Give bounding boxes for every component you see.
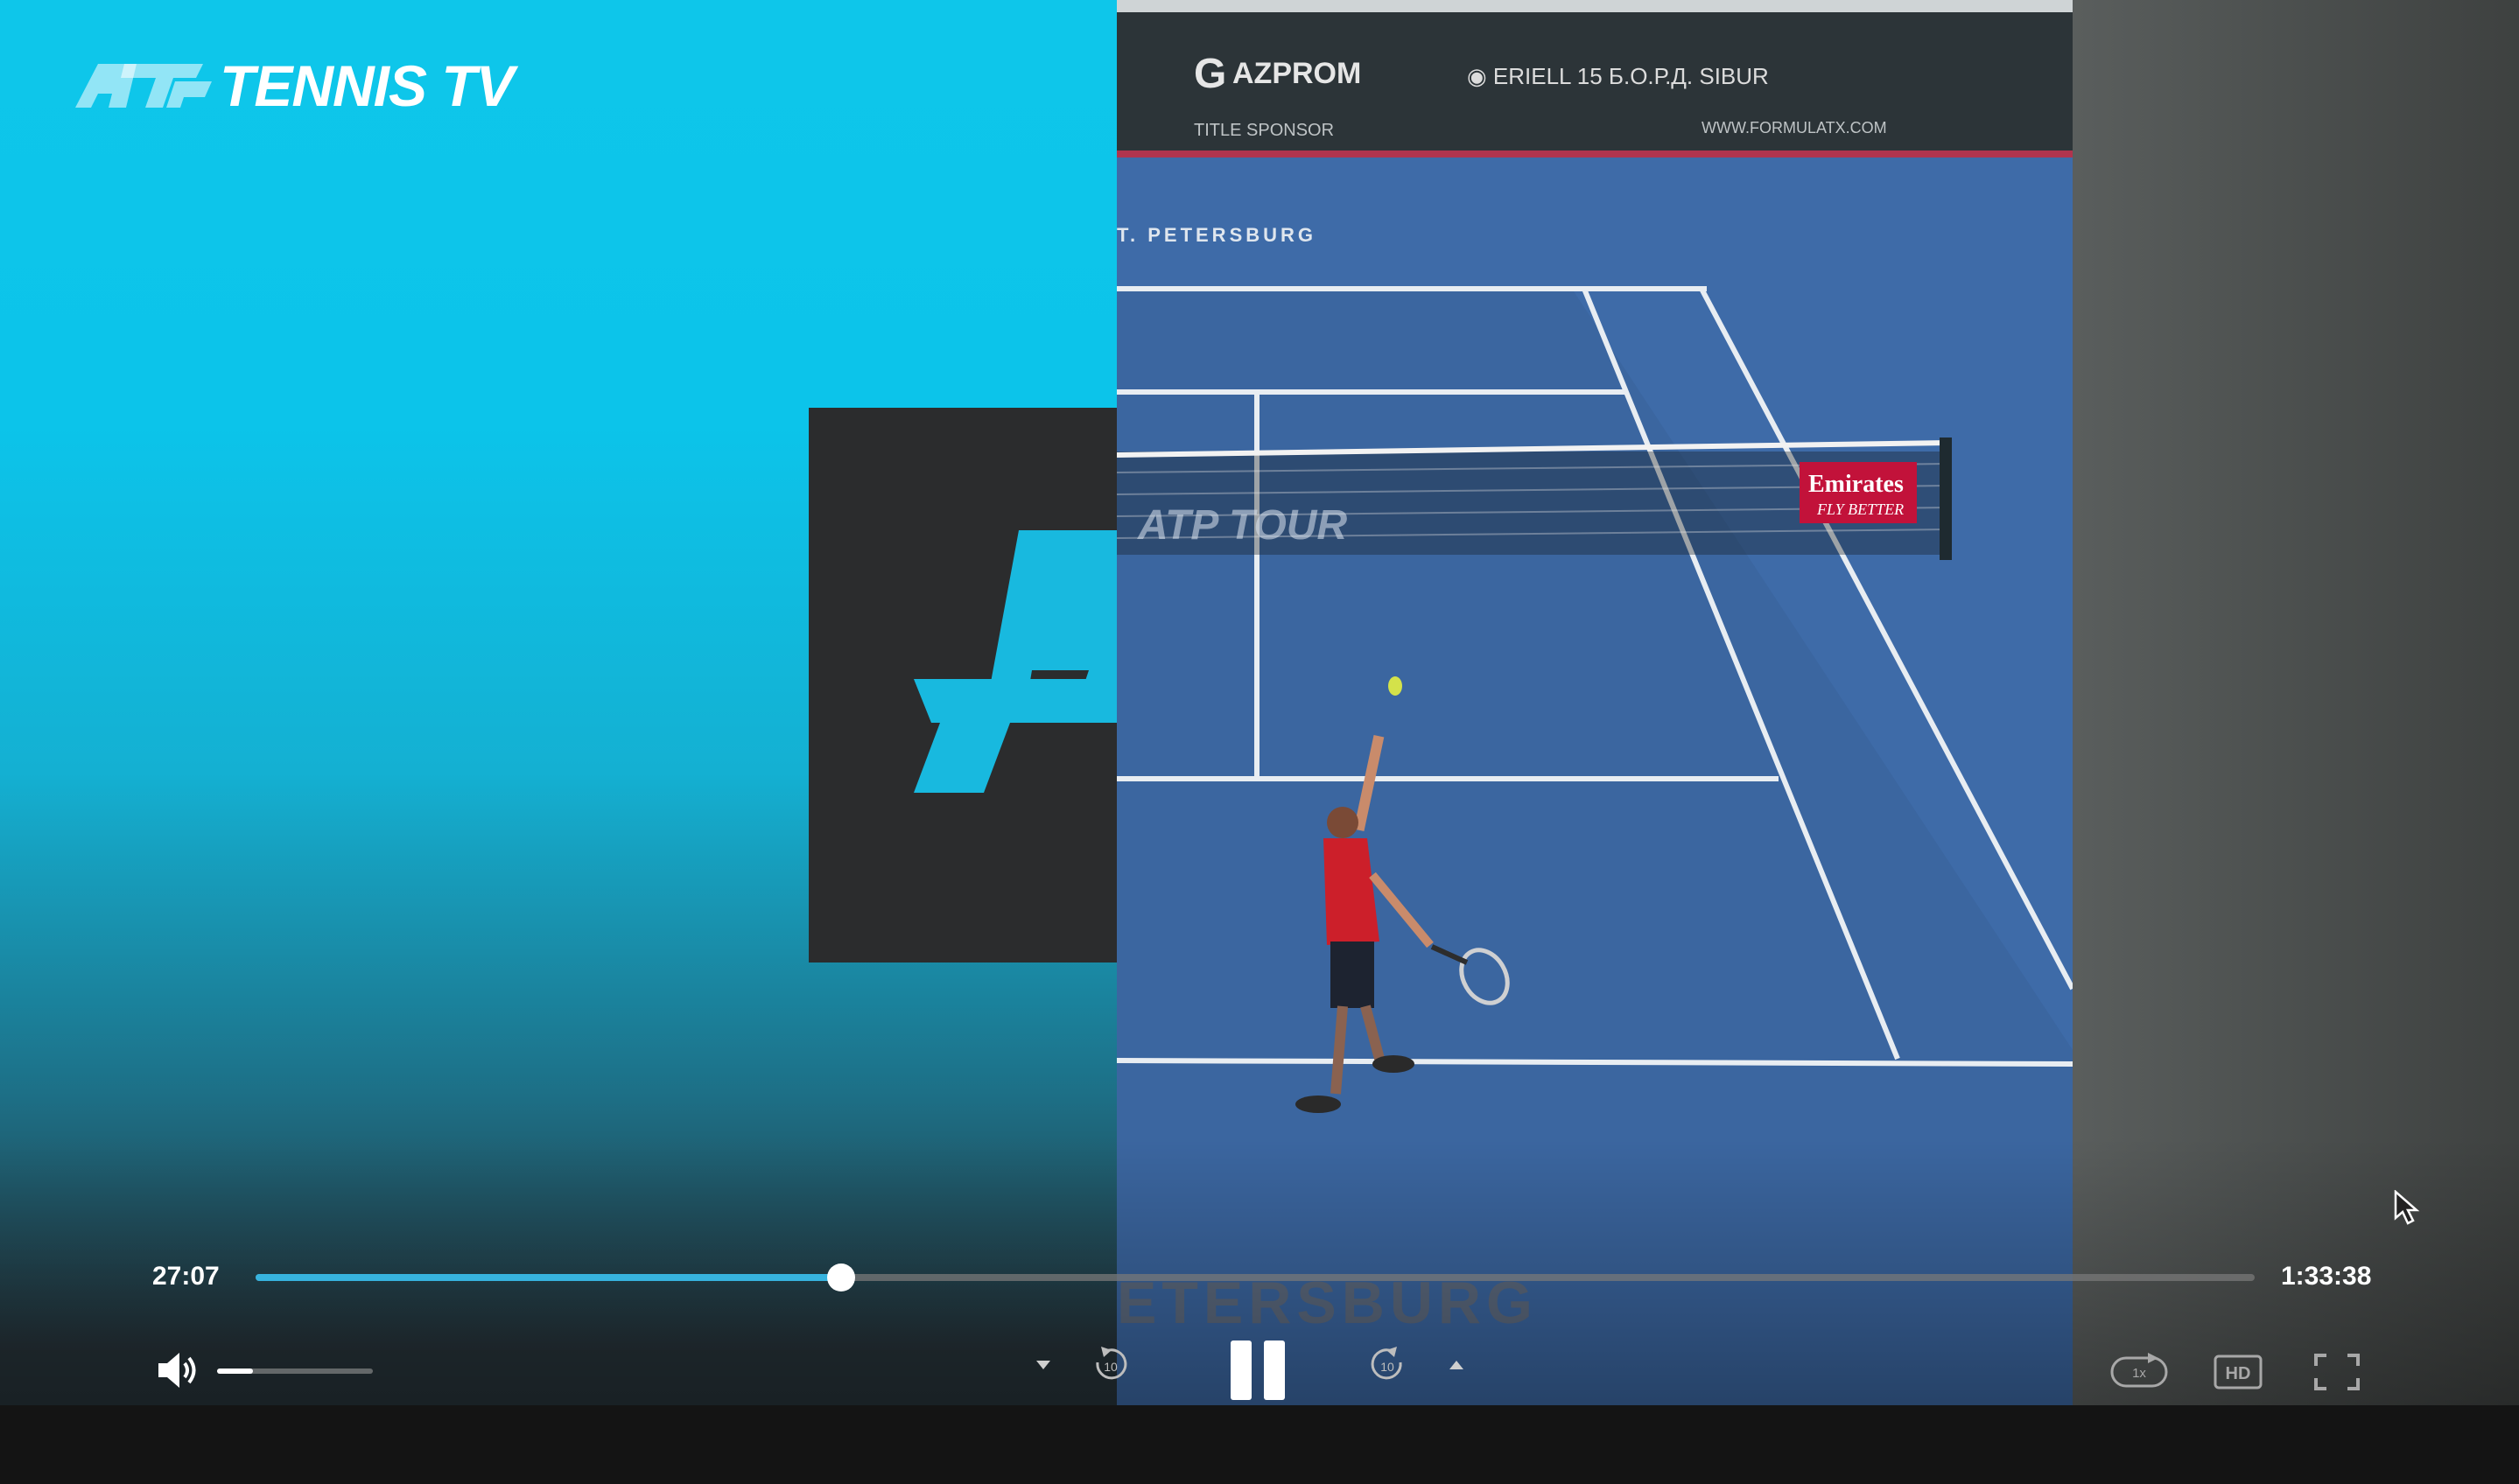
volume-level [217,1368,253,1374]
pause-icon [1231,1340,1285,1400]
caret-down-icon [1036,1361,1050,1369]
svg-text:G: G [1194,51,1226,97]
hd-quality-button[interactable]: HD [2213,1351,2263,1393]
forward-seconds-label: 10 [1380,1360,1394,1374]
speed-up-button[interactable] [1446,1356,1467,1374]
pause-button[interactable] [1229,1339,1287,1402]
atp-a-icon [914,530,1117,793]
playback-speed-button[interactable]: 1x [2109,1349,2169,1393]
mouse-cursor-icon [2394,1190,2420,1225]
rewind-10-button[interactable]: 10 [1089,1342,1133,1388]
progress-thumb[interactable] [827,1264,856,1292]
hd-icon: HD [2214,1354,2263,1390]
fullscreen-button[interactable] [2311,1351,2363,1393]
bottom-bar [0,1405,2519,1484]
progress-bar[interactable] [256,1264,2255,1292]
video-player[interactable]: G AZPROM TITLE SPONSOR ◉ ERIELL 15 Б.О.Р… [0,0,2519,1405]
rewind-seconds-label: 10 [1104,1360,1118,1374]
brand-name: TENNIS TV [220,53,515,118]
current-time: 27:07 [152,1262,220,1291]
svg-text:TITLE SPONSOR: TITLE SPONSOR [1194,121,1334,140]
rewind-10-icon: 10 [1096,1347,1127,1380]
forward-10-button[interactable]: 10 [1365,1342,1409,1388]
svg-text:FLY BETTER: FLY BETTER [1816,500,1904,518]
svg-text:T. PETERSBURG: T. PETERSBURG [1117,224,1316,246]
forward-10-icon: 10 [1371,1347,1402,1380]
caret-up-icon [1449,1361,1463,1369]
volume-button[interactable] [156,1349,201,1391]
atp-promo-card [809,408,1117,962]
svg-text:Emirates: Emirates [1808,471,1904,498]
speed-label: 1x [2132,1366,2146,1381]
svg-text:◉ ERIELL 15 Б.О.Р.Д. SIBUR: ◉ ERIELL 15 Б.О.Р.Д. SIBUR [1467,63,1769,89]
progress-played [256,1274,842,1281]
fullscreen-icon [2314,1354,2360,1390]
volume-slider[interactable] [217,1368,373,1374]
tennis-tv-logo: TENNIS TV [72,51,515,121]
total-time: 1:33:38 [2281,1262,2372,1291]
speed-loop-icon: 1x [2110,1353,2168,1388]
speaker-icon [158,1353,196,1388]
speed-down-button[interactable] [1033,1356,1054,1374]
atp-logo-icon [75,64,212,108]
svg-text:AZPROM: AZPROM [1232,57,1361,90]
svg-text:WWW.FORMULATX.COM: WWW.FORMULATX.COM [1702,119,1887,136]
svg-text:ATP TOUR: ATP TOUR [1137,502,1347,549]
hd-label: HD [2226,1364,2251,1383]
